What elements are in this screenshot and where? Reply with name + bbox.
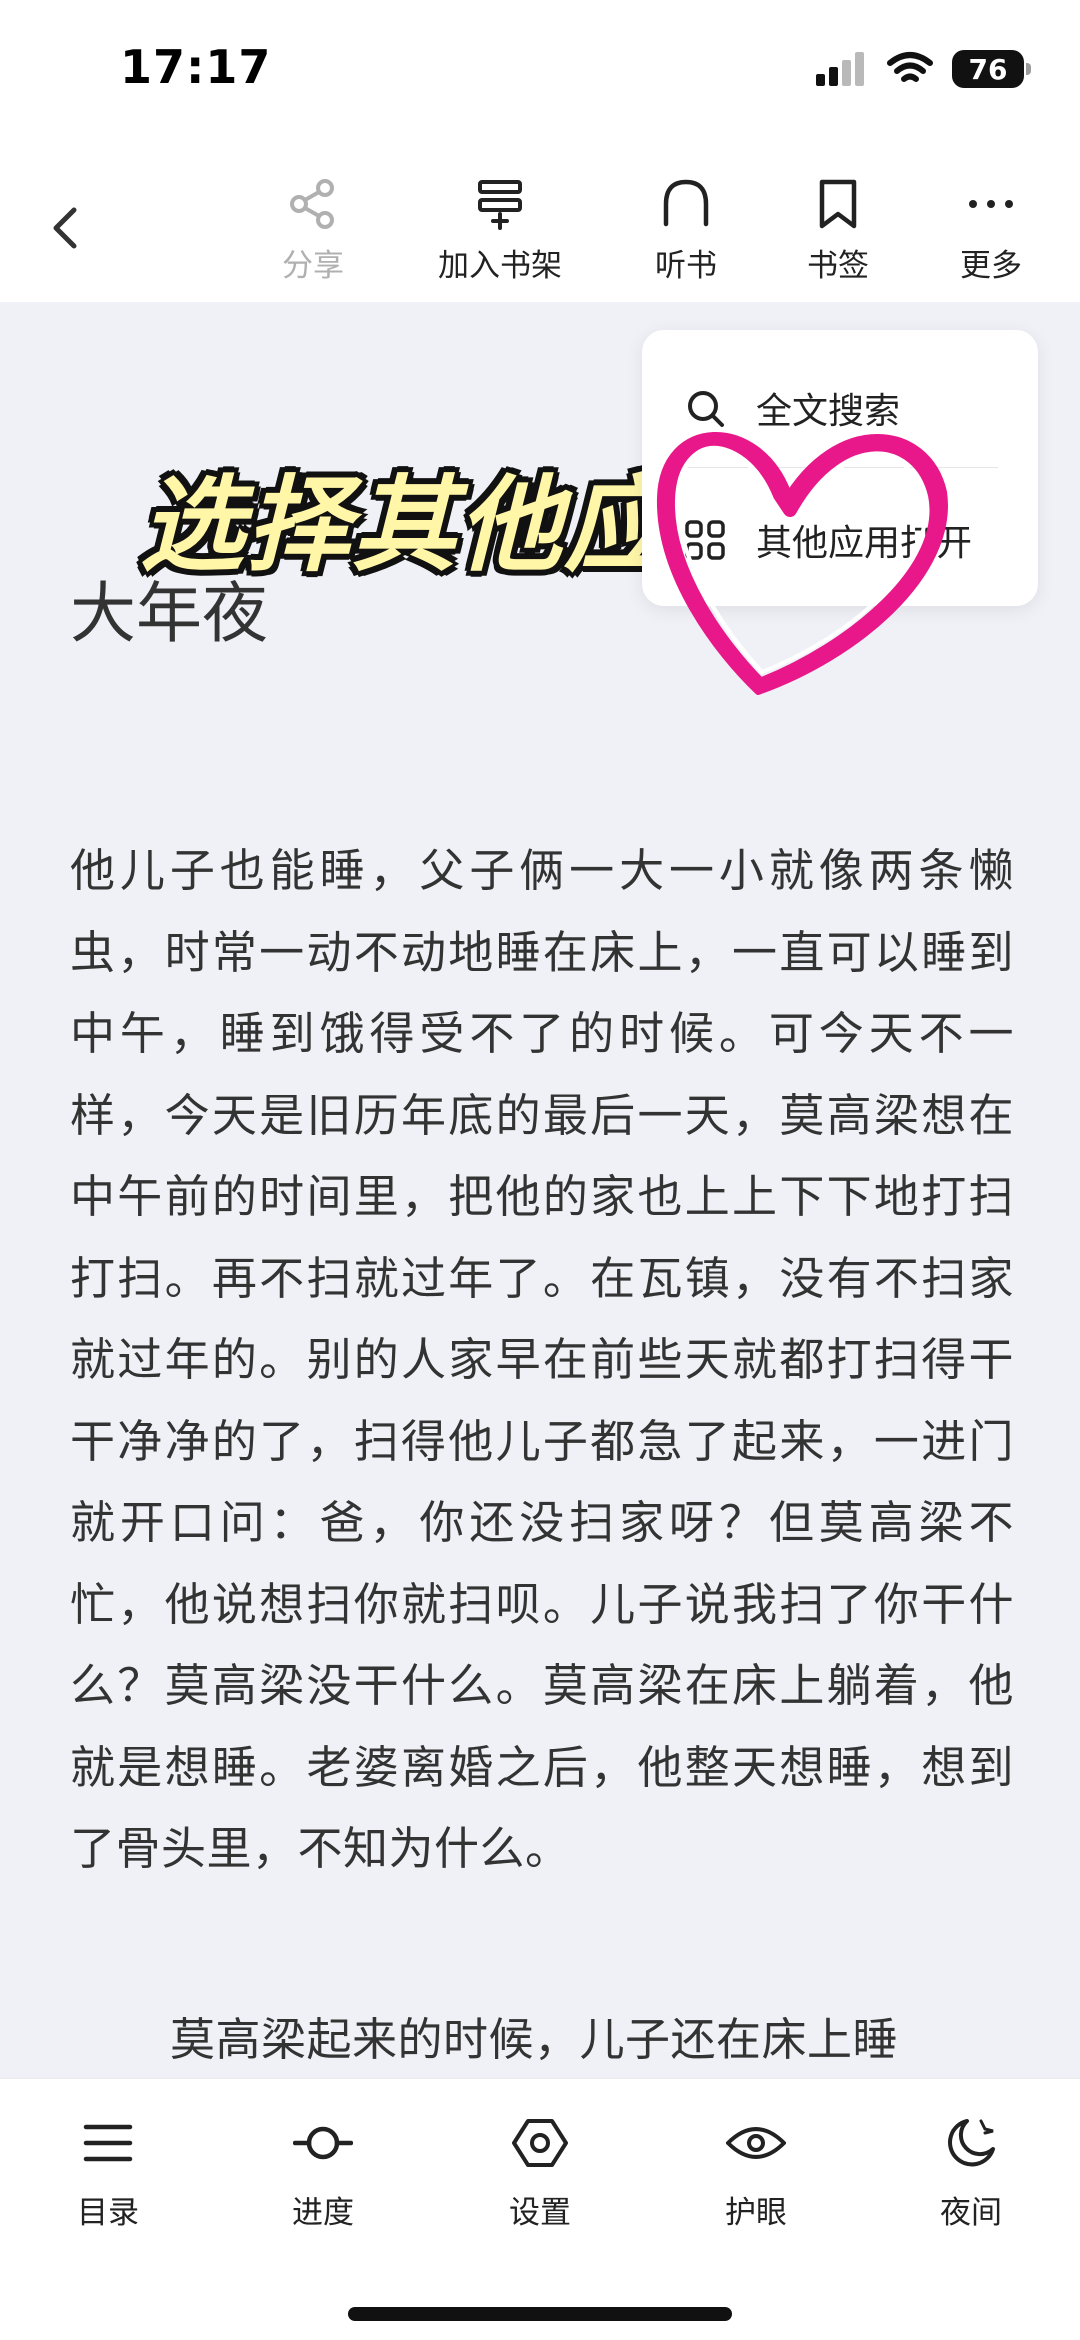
battery-indicator: 76: [952, 50, 1031, 88]
night-mode-button[interactable]: 夜间: [891, 2113, 1051, 2232]
top-toolbar: 分享 加入书架 听书 书签 更多: [0, 140, 1080, 302]
toc-label: 目录: [77, 2195, 139, 2231]
toc-button[interactable]: 目录: [28, 2113, 188, 2232]
listen-button[interactable]: 听书: [611, 176, 761, 285]
more-button[interactable]: 更多: [916, 176, 1066, 285]
signal-icon: [816, 52, 864, 86]
status-time: 17:17: [120, 40, 272, 94]
night-mode-label: 夜间: [940, 2195, 1002, 2231]
progress-button[interactable]: 进度: [243, 2113, 403, 2232]
add-to-shelf-button[interactable]: 加入书架: [425, 176, 575, 285]
eye-icon: [726, 2127, 786, 2159]
back-arrow-icon[interactable]: [40, 202, 92, 254]
progress-slider-icon: [293, 2126, 353, 2160]
more-label: 更多: [960, 248, 1022, 284]
listen-label: 听书: [655, 248, 717, 284]
bottom-toolbar: 目录 进度 设置 护眼 夜间: [0, 2078, 1080, 2340]
moon-icon: [948, 2119, 995, 2167]
progress-label: 进度: [292, 2195, 354, 2231]
share-label: 分享: [282, 248, 344, 284]
list-menu-icon: [83, 2124, 133, 2162]
add-to-shelf-label: 加入书架: [438, 248, 562, 284]
bookmark-button[interactable]: 书签: [763, 176, 913, 285]
status-bar: 17:17 76: [0, 0, 1080, 140]
chapter-body: 他儿子也能睡，父子俩一大一小就像两条懒虫，时常一动不动地睡在床上，一直可以睡到中…: [70, 830, 1014, 1890]
home-indicator[interactable]: [348, 2307, 732, 2321]
chapter-body-continued: 莫高梁起来的时候，儿子还在床上睡: [70, 2002, 1014, 2078]
wifi-icon: [887, 52, 933, 82]
bookmark-label: 书签: [807, 248, 869, 284]
settings-hexagon-icon: [512, 2119, 568, 2167]
status-icons: 76: [816, 50, 1031, 88]
settings-button[interactable]: 设置: [460, 2113, 620, 2232]
reader-screen: 17:17 76 分享 加入书架 听书 书签 更多 大年夜 他儿子也能睡，父子俩…: [0, 0, 1080, 2340]
bookmark-icon: [819, 179, 857, 229]
paragraph-2: 莫高梁起来的时候，儿子还在床上睡: [170, 2013, 899, 2066]
eye-care-button[interactable]: 护眼: [676, 2113, 836, 2232]
paragraph-1: 他儿子也能睡，父子俩一大一小就像两条懒虫，时常一动不动地睡在床上，一直可以睡到中…: [70, 844, 1014, 1875]
headphones-icon: [663, 179, 709, 227]
settings-label: 设置: [509, 2195, 571, 2231]
eye-care-label: 护眼: [725, 2195, 787, 2231]
more-dots-icon: [969, 200, 1013, 208]
heart-highlight-annotation: [656, 432, 948, 695]
share-button[interactable]: 分享: [238, 176, 388, 285]
bookshelf-add-icon: [478, 180, 522, 230]
share-icon: [290, 179, 334, 229]
